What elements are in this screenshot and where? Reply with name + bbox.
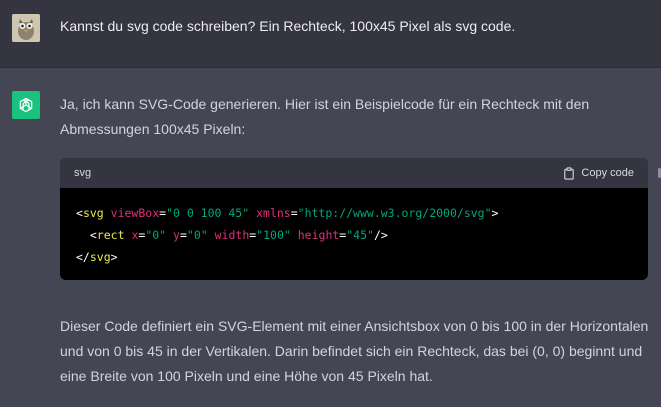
- clipboard-icon: [564, 166, 575, 180]
- assistant-explanation-text: Dieser Code definiert ein SVG-Element mi…: [60, 318, 649, 384]
- code-block: svg Copy code <svg viewBox="0 0 100 45" …: [60, 158, 648, 280]
- copy-code-label: Copy code: [581, 167, 634, 179]
- assistant-message-row: Ja, ich kann SVG-Code generieren. Hier i…: [0, 68, 661, 407]
- user-avatar-icon: [12, 14, 40, 42]
- openai-logo-icon: [12, 91, 40, 119]
- code-block-header: svg Copy code: [60, 158, 648, 188]
- copy-code-button[interactable]: Copy code: [563, 166, 634, 180]
- code-content[interactable]: <svg viewBox="0 0 100 45" xmlns="http://…: [60, 188, 648, 280]
- code-line: </svg>: [76, 250, 118, 264]
- code-language-label: svg: [74, 167, 92, 179]
- user-message-text: Kannst du svg code schreiben? Ein Rechte…: [60, 18, 516, 34]
- code-line: <rect x="0" y="0" width="100" height="45…: [89, 228, 388, 242]
- user-message-row: Kannst du svg code schreiben? Ein Rechte…: [0, 0, 661, 68]
- assistant-intro-text: Ja, ich kann SVG-Code generieren. Hier i…: [60, 96, 590, 137]
- code-line: <svg viewBox="0 0 100 45" xmlns="http://…: [76, 206, 499, 220]
